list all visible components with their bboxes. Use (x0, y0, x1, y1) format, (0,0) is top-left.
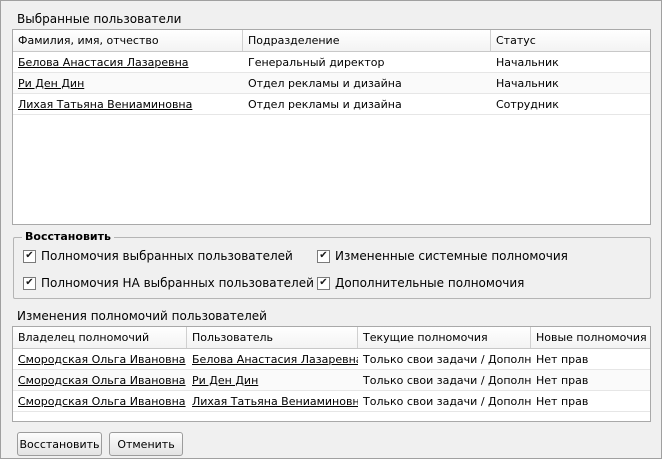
column-header-user[interactable]: Пользователь (187, 327, 358, 348)
new-permissions-cell: Нет прав (536, 395, 589, 408)
changes-header: Владелец полномочий Пользователь Текущие… (13, 327, 650, 349)
user-name-link[interactable]: Белова Анастасия Лазаревна (18, 56, 189, 69)
column-header-status[interactable]: Статус (491, 30, 650, 51)
new-permissions-cell: Нет прав (536, 353, 589, 366)
selected-users-title: Выбранные пользователи (17, 12, 182, 26)
current-permissions-cell: Только свои задачи / Дополн... (363, 374, 531, 387)
checkbox-label: Дополнительные полномочия (335, 276, 525, 290)
restore-button[interactable]: Восстановить (17, 432, 102, 456)
restore-options-legend: Восстановить (22, 230, 114, 243)
status-cell: Начальник (496, 77, 559, 90)
checkbox-label: Полномочия НА выбранных пользователей (41, 276, 314, 290)
table-row[interactable]: Смородская Ольга Ивановна Ри Ден Дин Тол… (13, 370, 650, 391)
checkbox-changed-system-permissions[interactable]: ✔ Измененные системные полномочия (317, 249, 568, 263)
changes-grid: Владелец полномочий Пользователь Текущие… (12, 326, 651, 422)
selected-users-header: Фамилия, имя, отчество Подразделение Ста… (13, 30, 650, 52)
owner-link[interactable]: Смородская Ольга Ивановна (18, 374, 186, 387)
checkbox-box[interactable]: ✔ (317, 276, 330, 290)
user-link[interactable]: Ри Ден Дин (192, 374, 258, 387)
checkbox-box[interactable]: ✔ (317, 249, 330, 263)
table-row[interactable]: Смородская Ольга Ивановна Белова Анастас… (13, 349, 650, 370)
user-name-link[interactable]: Ри Ден Дин (18, 77, 84, 90)
owner-link[interactable]: Смородская Ольга Ивановна (18, 353, 186, 366)
selected-users-body: Белова Анастасия Лазаревна Генеральный д… (13, 52, 650, 115)
department-cell: Генеральный директор (248, 56, 385, 69)
dialog-frame: Выбранные пользователи Фамилия, имя, отч… (0, 0, 662, 459)
user-name-link[interactable]: Лихая Татьяна Вениаминовна (18, 98, 192, 111)
column-header-department[interactable]: Подразделение (243, 30, 491, 51)
selected-users-grid: Фамилия, имя, отчество Подразделение Ста… (12, 29, 651, 225)
column-header-fio[interactable]: Фамилия, имя, отчество (13, 30, 243, 51)
checkbox-box[interactable]: ✔ (23, 249, 36, 263)
table-row[interactable]: Ри Ден Дин Отдел рекламы и дизайна Начал… (13, 73, 650, 94)
new-permissions-cell: Нет прав (536, 374, 589, 387)
table-row[interactable]: Смородская Ольга Ивановна Лихая Татьяна … (13, 391, 650, 412)
changes-title: Изменения полномочий пользователей (17, 309, 267, 323)
status-cell: Начальник (496, 56, 559, 69)
table-row[interactable]: Белова Анастасия Лазаревна Генеральный д… (13, 52, 650, 73)
checkbox-selected-users-permissions[interactable]: ✔ Полномочия выбранных пользователей (23, 249, 293, 263)
checkbox-label: Измененные системные полномочия (335, 249, 568, 263)
column-header-new[interactable]: Новые полномочия (531, 327, 650, 348)
checkbox-permissions-on-selected-users[interactable]: ✔ Полномочия НА выбранных пользователей (23, 276, 314, 290)
status-cell: Сотрудник (496, 98, 559, 111)
table-row[interactable]: Лихая Татьяна Вениаминовна Отдел рекламы… (13, 94, 650, 115)
changes-body: Смородская Ольга Ивановна Белова Анастас… (13, 349, 650, 412)
checkbox-box[interactable]: ✔ (23, 276, 36, 290)
current-permissions-cell: Только свои задачи / Дополн... (363, 353, 531, 366)
column-header-current[interactable]: Текущие полномочия (358, 327, 531, 348)
department-cell: Отдел рекламы и дизайна (248, 98, 402, 111)
checkbox-additional-permissions[interactable]: ✔ Дополнительные полномочия (317, 276, 524, 290)
department-cell: Отдел рекламы и дизайна (248, 77, 402, 90)
current-permissions-cell: Только свои задачи / Дополн... (363, 395, 531, 408)
column-header-owner[interactable]: Владелец полномочий (13, 327, 187, 348)
owner-link[interactable]: Смородская Ольга Ивановна (18, 395, 186, 408)
cancel-button[interactable]: Отменить (109, 432, 183, 456)
checkbox-label: Полномочия выбранных пользователей (41, 249, 293, 263)
user-link[interactable]: Лихая Татьяна Вениаминовна (192, 395, 358, 408)
user-link[interactable]: Белова Анастасия Лазаревна (192, 353, 358, 366)
